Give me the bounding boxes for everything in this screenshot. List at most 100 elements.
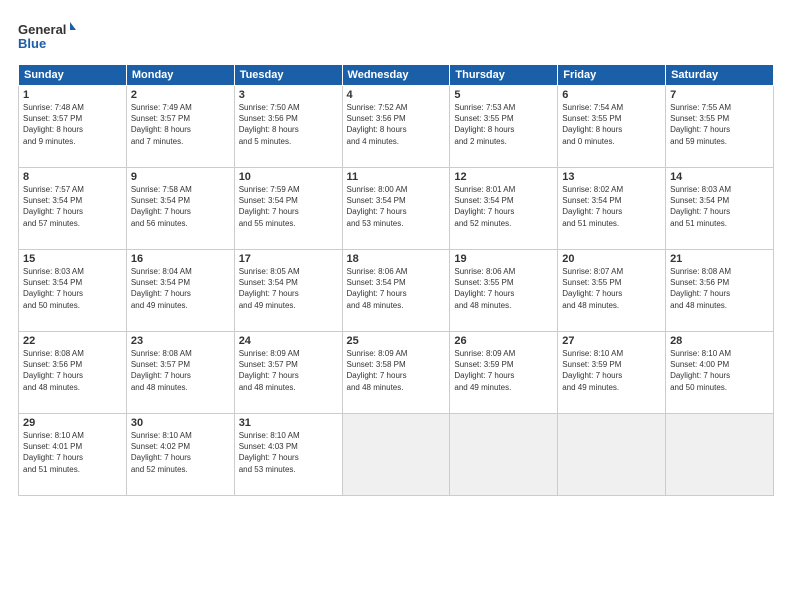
day-info: Sunrise: 8:02 AM Sunset: 3:54 PM Dayligh… <box>562 184 661 229</box>
day-info: Sunrise: 8:01 AM Sunset: 3:54 PM Dayligh… <box>454 184 553 229</box>
day-number: 25 <box>347 335 446 347</box>
logo-svg: General Blue <box>18 20 78 56</box>
calendar-cell: 14Sunrise: 8:03 AM Sunset: 3:54 PM Dayli… <box>666 168 774 250</box>
col-header-thursday: Thursday <box>450 65 558 86</box>
day-number: 30 <box>131 417 230 429</box>
calendar-cell: 28Sunrise: 8:10 AM Sunset: 4:00 PM Dayli… <box>666 332 774 414</box>
day-number: 17 <box>239 253 338 265</box>
col-header-tuesday: Tuesday <box>234 65 342 86</box>
calendar-cell: 2Sunrise: 7:49 AM Sunset: 3:57 PM Daylig… <box>126 86 234 168</box>
day-info: Sunrise: 7:52 AM Sunset: 3:56 PM Dayligh… <box>347 102 446 147</box>
logo: General Blue <box>18 20 78 56</box>
calendar-cell <box>558 414 666 496</box>
day-info: Sunrise: 7:54 AM Sunset: 3:55 PM Dayligh… <box>562 102 661 147</box>
col-header-saturday: Saturday <box>666 65 774 86</box>
calendar-body: 1Sunrise: 7:48 AM Sunset: 3:57 PM Daylig… <box>19 86 774 496</box>
day-number: 19 <box>454 253 553 265</box>
day-number: 11 <box>347 171 446 183</box>
day-info: Sunrise: 8:10 AM Sunset: 4:02 PM Dayligh… <box>131 430 230 475</box>
day-number: 14 <box>670 171 769 183</box>
day-info: Sunrise: 8:03 AM Sunset: 3:54 PM Dayligh… <box>670 184 769 229</box>
col-header-wednesday: Wednesday <box>342 65 450 86</box>
week-row-2: 8Sunrise: 7:57 AM Sunset: 3:54 PM Daylig… <box>19 168 774 250</box>
day-number: 6 <box>562 89 661 101</box>
day-number: 10 <box>239 171 338 183</box>
calendar-cell: 31Sunrise: 8:10 AM Sunset: 4:03 PM Dayli… <box>234 414 342 496</box>
day-info: Sunrise: 7:58 AM Sunset: 3:54 PM Dayligh… <box>131 184 230 229</box>
calendar-cell: 12Sunrise: 8:01 AM Sunset: 3:54 PM Dayli… <box>450 168 558 250</box>
day-number: 9 <box>131 171 230 183</box>
day-number: 26 <box>454 335 553 347</box>
day-info: Sunrise: 7:57 AM Sunset: 3:54 PM Dayligh… <box>23 184 122 229</box>
calendar-cell: 5Sunrise: 7:53 AM Sunset: 3:55 PM Daylig… <box>450 86 558 168</box>
day-number: 20 <box>562 253 661 265</box>
day-number: 1 <box>23 89 122 101</box>
calendar-header-row: SundayMondayTuesdayWednesdayThursdayFrid… <box>19 65 774 86</box>
day-number: 5 <box>454 89 553 101</box>
calendar-cell: 13Sunrise: 8:02 AM Sunset: 3:54 PM Dayli… <box>558 168 666 250</box>
calendar-cell: 4Sunrise: 7:52 AM Sunset: 3:56 PM Daylig… <box>342 86 450 168</box>
day-number: 22 <box>23 335 122 347</box>
day-number: 4 <box>347 89 446 101</box>
day-number: 18 <box>347 253 446 265</box>
calendar-cell: 17Sunrise: 8:05 AM Sunset: 3:54 PM Dayli… <box>234 250 342 332</box>
calendar-cell: 1Sunrise: 7:48 AM Sunset: 3:57 PM Daylig… <box>19 86 127 168</box>
day-info: Sunrise: 8:03 AM Sunset: 3:54 PM Dayligh… <box>23 266 122 311</box>
calendar-cell: 29Sunrise: 8:10 AM Sunset: 4:01 PM Dayli… <box>19 414 127 496</box>
header: General Blue <box>18 16 774 56</box>
calendar-cell: 10Sunrise: 7:59 AM Sunset: 3:54 PM Dayli… <box>234 168 342 250</box>
calendar-cell: 11Sunrise: 8:00 AM Sunset: 3:54 PM Dayli… <box>342 168 450 250</box>
calendar-cell: 21Sunrise: 8:08 AM Sunset: 3:56 PM Dayli… <box>666 250 774 332</box>
day-info: Sunrise: 8:04 AM Sunset: 3:54 PM Dayligh… <box>131 266 230 311</box>
day-info: Sunrise: 8:09 AM Sunset: 3:59 PM Dayligh… <box>454 348 553 393</box>
day-number: 13 <box>562 171 661 183</box>
day-info: Sunrise: 8:00 AM Sunset: 3:54 PM Dayligh… <box>347 184 446 229</box>
calendar-cell: 3Sunrise: 7:50 AM Sunset: 3:56 PM Daylig… <box>234 86 342 168</box>
day-info: Sunrise: 8:06 AM Sunset: 3:54 PM Dayligh… <box>347 266 446 311</box>
day-info: Sunrise: 7:55 AM Sunset: 3:55 PM Dayligh… <box>670 102 769 147</box>
calendar-cell: 9Sunrise: 7:58 AM Sunset: 3:54 PM Daylig… <box>126 168 234 250</box>
day-info: Sunrise: 8:08 AM Sunset: 3:56 PM Dayligh… <box>670 266 769 311</box>
day-info: Sunrise: 8:06 AM Sunset: 3:55 PM Dayligh… <box>454 266 553 311</box>
day-number: 16 <box>131 253 230 265</box>
calendar-cell <box>666 414 774 496</box>
calendar-cell: 15Sunrise: 8:03 AM Sunset: 3:54 PM Dayli… <box>19 250 127 332</box>
day-info: Sunrise: 7:50 AM Sunset: 3:56 PM Dayligh… <box>239 102 338 147</box>
day-number: 24 <box>239 335 338 347</box>
calendar-cell: 27Sunrise: 8:10 AM Sunset: 3:59 PM Dayli… <box>558 332 666 414</box>
day-number: 3 <box>239 89 338 101</box>
day-number: 2 <box>131 89 230 101</box>
calendar-cell: 16Sunrise: 8:04 AM Sunset: 3:54 PM Dayli… <box>126 250 234 332</box>
calendar-cell <box>450 414 558 496</box>
day-info: Sunrise: 7:49 AM Sunset: 3:57 PM Dayligh… <box>131 102 230 147</box>
day-info: Sunrise: 8:10 AM Sunset: 4:03 PM Dayligh… <box>239 430 338 475</box>
col-header-monday: Monday <box>126 65 234 86</box>
calendar-cell: 7Sunrise: 7:55 AM Sunset: 3:55 PM Daylig… <box>666 86 774 168</box>
calendar-cell <box>342 414 450 496</box>
calendar-cell: 8Sunrise: 7:57 AM Sunset: 3:54 PM Daylig… <box>19 168 127 250</box>
day-number: 31 <box>239 417 338 429</box>
calendar-cell: 26Sunrise: 8:09 AM Sunset: 3:59 PM Dayli… <box>450 332 558 414</box>
day-info: Sunrise: 8:10 AM Sunset: 4:00 PM Dayligh… <box>670 348 769 393</box>
day-info: Sunrise: 8:09 AM Sunset: 3:57 PM Dayligh… <box>239 348 338 393</box>
calendar-cell: 22Sunrise: 8:08 AM Sunset: 3:56 PM Dayli… <box>19 332 127 414</box>
day-number: 23 <box>131 335 230 347</box>
day-number: 7 <box>670 89 769 101</box>
day-number: 29 <box>23 417 122 429</box>
col-header-friday: Friday <box>558 65 666 86</box>
day-info: Sunrise: 7:48 AM Sunset: 3:57 PM Dayligh… <box>23 102 122 147</box>
week-row-5: 29Sunrise: 8:10 AM Sunset: 4:01 PM Dayli… <box>19 414 774 496</box>
day-info: Sunrise: 8:10 AM Sunset: 3:59 PM Dayligh… <box>562 348 661 393</box>
svg-text:General: General <box>18 22 66 37</box>
calendar-table: SundayMondayTuesdayWednesdayThursdayFrid… <box>18 64 774 496</box>
day-info: Sunrise: 8:09 AM Sunset: 3:58 PM Dayligh… <box>347 348 446 393</box>
day-number: 8 <box>23 171 122 183</box>
calendar-cell: 20Sunrise: 8:07 AM Sunset: 3:55 PM Dayli… <box>558 250 666 332</box>
day-info: Sunrise: 8:08 AM Sunset: 3:57 PM Dayligh… <box>131 348 230 393</box>
day-number: 12 <box>454 171 553 183</box>
day-info: Sunrise: 7:59 AM Sunset: 3:54 PM Dayligh… <box>239 184 338 229</box>
day-number: 27 <box>562 335 661 347</box>
day-info: Sunrise: 8:05 AM Sunset: 3:54 PM Dayligh… <box>239 266 338 311</box>
page: General Blue SundayMondayTuesdayWednesda… <box>0 0 792 612</box>
day-info: Sunrise: 8:08 AM Sunset: 3:56 PM Dayligh… <box>23 348 122 393</box>
